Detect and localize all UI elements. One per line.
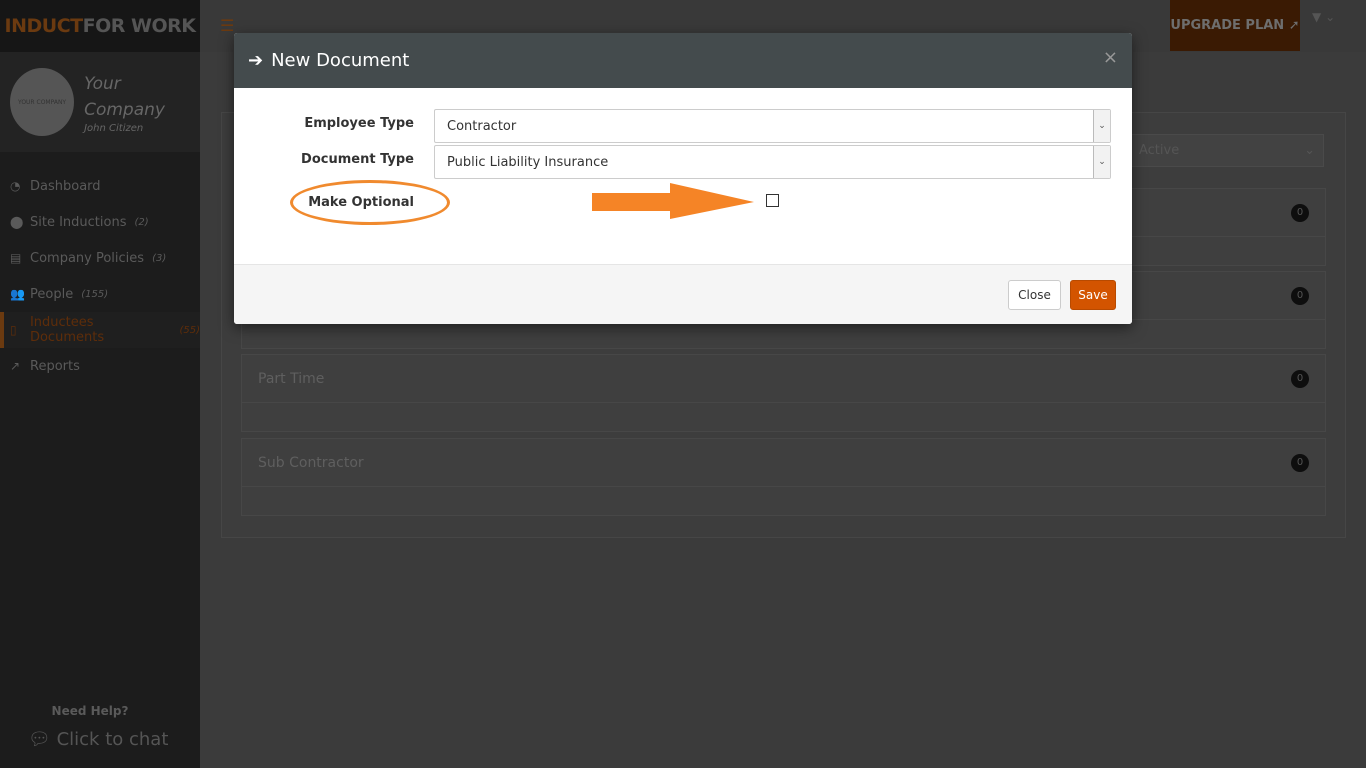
users-icon: 👥 — [10, 287, 25, 301]
employee-group[interactable]: Part Time 0 — [241, 354, 1326, 432]
company-avatar: YOUR COMPANY — [10, 68, 75, 136]
chevron-down-icon: ⌄ — [1093, 146, 1110, 178]
count-badge: 0 — [1291, 286, 1309, 305]
chat-icon: 💬︎ — [28, 729, 57, 750]
sidebar-nav: ◔ Dashboard ⬤ Site Inductions (2) ▤ Company Po… — [0, 168, 200, 384]
menu-toggle-icon[interactable]: ☰ — [220, 16, 234, 35]
new-document-modal: ➔ New Document × Employee Type Contracto… — [234, 33, 1132, 324]
chevron-down-icon: ⌄ — [1093, 110, 1110, 142]
user-logo-icon: ▼ — [1312, 10, 1322, 24]
modal-header: ➔ New Document × — [234, 33, 1132, 88]
user-name: John Citizen — [84, 122, 144, 134]
document-icon: ▯ — [10, 323, 17, 337]
chart-icon: ↗ — [10, 359, 21, 373]
sidebar: INDUCT FOR WORK YOUR COMPANY Your Company… — [0, 0, 200, 768]
employee-type-label: Employee Type — [304, 116, 414, 131]
dashboard-icon: ◔ — [10, 179, 21, 193]
employee-type-select[interactable]: Contractor ⌄ — [434, 109, 1111, 143]
make-optional-checkbox[interactable] — [766, 194, 779, 207]
save-button[interactable]: Save — [1070, 280, 1116, 310]
close-button[interactable]: Close — [1008, 280, 1061, 310]
chevron-down-icon: ⌄ — [1304, 143, 1315, 158]
upgrade-plan-button[interactable]: UPGRADE PLAN ➚ — [1170, 0, 1300, 51]
sidebar-item-dashboard[interactable]: ◔ Dashboard — [0, 168, 200, 204]
map-marker-icon: ⬤ — [10, 215, 24, 229]
sidebar-item-inductees-documents[interactable]: ▯ Inductees Documents (55) — [0, 312, 200, 348]
sidebar-item-reports[interactable]: ↗ Reports — [0, 348, 200, 384]
sidebar-item-people[interactable]: 👥 People (155) — [0, 276, 200, 312]
modal-footer: Close Save — [234, 264, 1132, 324]
annotation-arrow — [592, 183, 754, 219]
sidebar-item-company-policies[interactable]: ▤ Company Policies (3) — [0, 240, 200, 276]
group-name: Part Time — [258, 370, 325, 387]
paper-plane-icon: ➚ — [1288, 18, 1300, 33]
brand-logo[interactable]: INDUCT FOR WORK — [0, 0, 200, 52]
count-badge: 0 — [1291, 369, 1309, 388]
user-menu[interactable]: ▼ ⌄ — [1312, 10, 1335, 24]
count-badge: 0 — [1291, 203, 1309, 222]
status-select[interactable]: Active ⌄ — [1130, 134, 1324, 167]
chevron-down-icon: ⌄ — [1325, 10, 1336, 24]
book-icon: ▤ — [10, 251, 22, 265]
sign-in-icon: ➔ — [248, 50, 264, 71]
document-type-select[interactable]: Public Liability Insurance ⌄ — [434, 145, 1111, 179]
employee-group[interactable]: Sub Contractor 0 — [241, 438, 1326, 516]
close-icon[interactable]: × — [1103, 47, 1118, 68]
group-name: Sub Contractor — [258, 454, 364, 471]
sidebar-item-site-inductions[interactable]: ⬤ Site Inductions (2) — [0, 204, 200, 240]
help-title: Need Help? — [51, 704, 129, 718]
profile: YOUR COMPANY Your Company John Citizen — [0, 52, 200, 152]
chat-link[interactable]: 💬︎ Click to chat — [28, 729, 168, 750]
modal-title: New Document — [271, 50, 410, 71]
count-badge: 0 — [1291, 453, 1309, 472]
company-name: Your Company — [84, 73, 165, 120]
document-type-label: Document Type — [301, 152, 414, 167]
annotation-ellipse — [290, 180, 450, 225]
